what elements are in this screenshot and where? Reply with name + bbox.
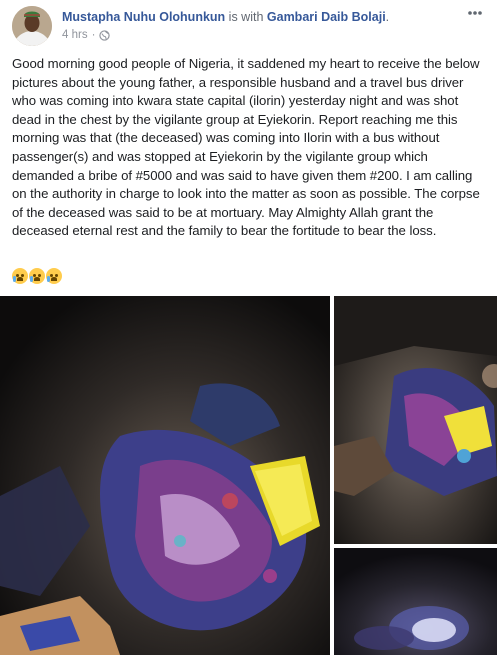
post-time[interactable]: 4 hrs — [62, 28, 88, 42]
more-options-button[interactable] — [465, 6, 485, 20]
author-name[interactable]: Mustapha Nuhu Olohunkun — [62, 10, 225, 24]
with-text: is with — [228, 10, 264, 24]
crying-face-emoji — [29, 268, 45, 284]
profile-photo — [12, 6, 52, 46]
avatar[interactable] — [12, 6, 52, 46]
emoji-row — [12, 268, 62, 286]
globe-icon[interactable] — [99, 29, 111, 41]
photo-image — [334, 548, 497, 655]
meta-separator: · — [91, 29, 96, 41]
crying-face-emoji — [46, 268, 62, 284]
post-body-text: Good morning good people of Nigeria, it … — [12, 56, 480, 239]
post-photo-2[interactable] — [334, 296, 497, 544]
post-photo-3[interactable] — [334, 548, 497, 655]
photo-image — [0, 296, 330, 655]
more-horizontal-icon — [468, 11, 482, 15]
photo-grid — [0, 296, 497, 655]
post-header: Mustapha Nuhu Olohunkun is with Gambari … — [12, 6, 485, 46]
photo-image — [334, 296, 497, 544]
post-photo-main[interactable] — [0, 296, 330, 655]
post-meta: 4 hrs · — [62, 28, 111, 42]
post-author-line: Mustapha Nuhu Olohunkun is with Gambari … — [62, 9, 389, 25]
tagged-person[interactable]: Gambari Daib Bolaji — [267, 10, 386, 24]
tagged-suffix: . — [385, 10, 390, 24]
crying-face-emoji — [12, 268, 28, 284]
